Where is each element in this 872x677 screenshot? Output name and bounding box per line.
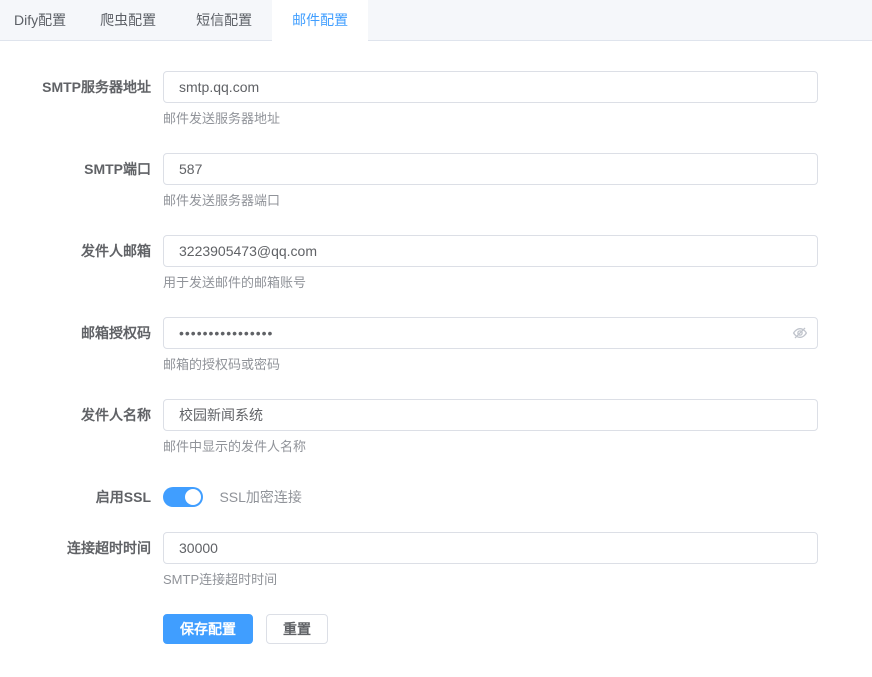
form-row-timeout: 连接超时时间 SMTP连接超时时间 [0,532,818,589]
tab-dify-config[interactable]: Dify配置 [0,0,80,40]
timeout-input[interactable] [163,532,818,564]
email-config-form: SMTP服务器地址 邮件发送服务器地址 SMTP端口 邮件发送服务器端口 发件人… [0,41,872,644]
tab-bar: Dify配置 爬虫配置 短信配置 邮件配置 [0,0,872,41]
ssl-toggle-switch[interactable] [163,487,203,507]
form-row-smtp-port: SMTP端口 邮件发送服务器端口 [0,153,818,210]
reset-button[interactable]: 重置 [266,614,328,644]
form-row-smtp-host: SMTP服务器地址 邮件发送服务器地址 [0,71,818,128]
auth-code-label: 邮箱授权码 [0,317,163,374]
sender-name-input[interactable] [163,399,818,431]
smtp-host-input[interactable] [163,71,818,103]
tab-crawler-config[interactable]: 爬虫配置 [80,0,176,40]
form-row-sender-email: 发件人邮箱 用于发送邮件的邮箱账号 [0,235,818,292]
ssl-label: 启用SSL [0,481,163,513]
smtp-port-label: SMTP端口 [0,153,163,210]
timeout-label: 连接超时时间 [0,532,163,589]
form-actions: 保存配置 重置 [163,614,818,644]
tab-sms-config[interactable]: 短信配置 [176,0,272,40]
smtp-host-hint: 邮件发送服务器地址 [163,110,818,128]
sender-email-input[interactable] [163,235,818,267]
auth-code-input[interactable] [163,317,818,349]
smtp-host-label: SMTP服务器地址 [0,71,163,128]
sender-name-label: 发件人名称 [0,399,163,456]
form-row-sender-name: 发件人名称 邮件中显示的发件人名称 [0,399,818,456]
save-config-button[interactable]: 保存配置 [163,614,253,644]
switch-knob [185,489,201,505]
smtp-port-input[interactable] [163,153,818,185]
auth-code-hint: 邮箱的授权码或密码 [163,356,818,374]
sender-name-hint: 邮件中显示的发件人名称 [163,438,818,456]
tab-email-config[interactable]: 邮件配置 [272,0,368,41]
form-row-ssl: 启用SSL SSL加密连接 [0,481,818,513]
ssl-switch-text: SSL加密连接 [219,489,301,505]
sender-email-label: 发件人邮箱 [0,235,163,292]
form-row-auth-code: 邮箱授权码 邮箱的授权码或密码 [0,317,818,374]
smtp-port-hint: 邮件发送服务器端口 [163,192,818,210]
timeout-hint: SMTP连接超时时间 [163,571,818,589]
sender-email-hint: 用于发送邮件的邮箱账号 [163,274,818,292]
eye-off-icon[interactable] [791,324,809,342]
